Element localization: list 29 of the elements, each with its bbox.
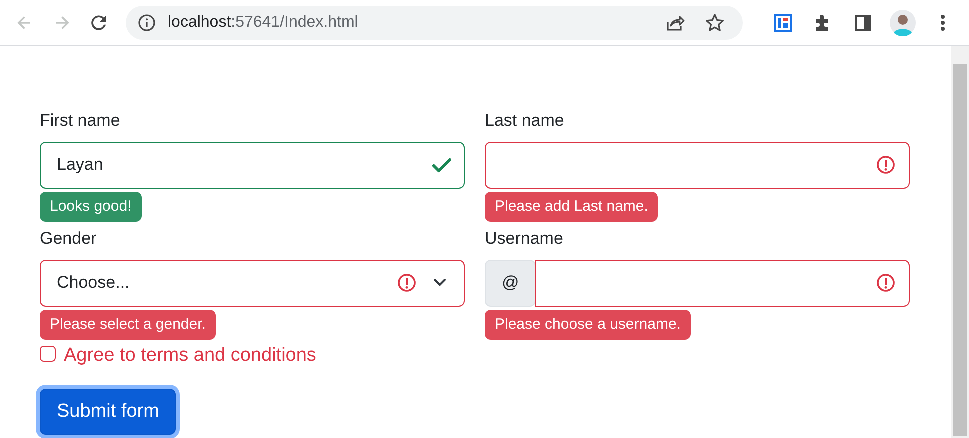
alert-icon: [876, 273, 896, 293]
error-tooltip: Please choose a username.: [485, 310, 691, 340]
field-label: Username: [485, 228, 564, 250]
avatar-icon: [890, 10, 916, 36]
text-field[interactable]: [535, 260, 910, 306]
field-label: Last name: [485, 110, 566, 132]
field-label: Gender: [40, 228, 98, 250]
text-field[interactable]: Layan: [40, 142, 465, 188]
submit-button[interactable]: Submit form: [40, 388, 176, 435]
select-field[interactable]: Choose...: [40, 260, 465, 306]
address-bar[interactable]: localhost:57641/Index.html: [126, 6, 743, 40]
checkbox[interactable]: [40, 346, 56, 362]
side-panel-icon: [852, 12, 873, 32]
chevron-down-icon: [433, 278, 447, 288]
alert-icon: [876, 155, 896, 175]
scrollbar[interactable]: [951, 46, 969, 438]
checkbox-label[interactable]: Agree to terms and conditions: [64, 342, 316, 370]
alert-icon: [397, 273, 417, 293]
info-icon: [138, 14, 156, 32]
success-tooltip: Looks good!: [40, 192, 142, 222]
error-tooltip: Please add Last name.: [485, 192, 658, 222]
extension-icon: [772, 12, 793, 32]
text-field[interactable]: [485, 142, 910, 188]
input-prefix: @: [485, 260, 536, 306]
error-tooltip: Please select a gender.: [40, 310, 216, 340]
field-label: First name: [40, 110, 122, 132]
star-icon: [704, 12, 725, 32]
menu-icon: [940, 12, 946, 32]
url-text: localhost:57641/Index.html: [168, 12, 358, 32]
